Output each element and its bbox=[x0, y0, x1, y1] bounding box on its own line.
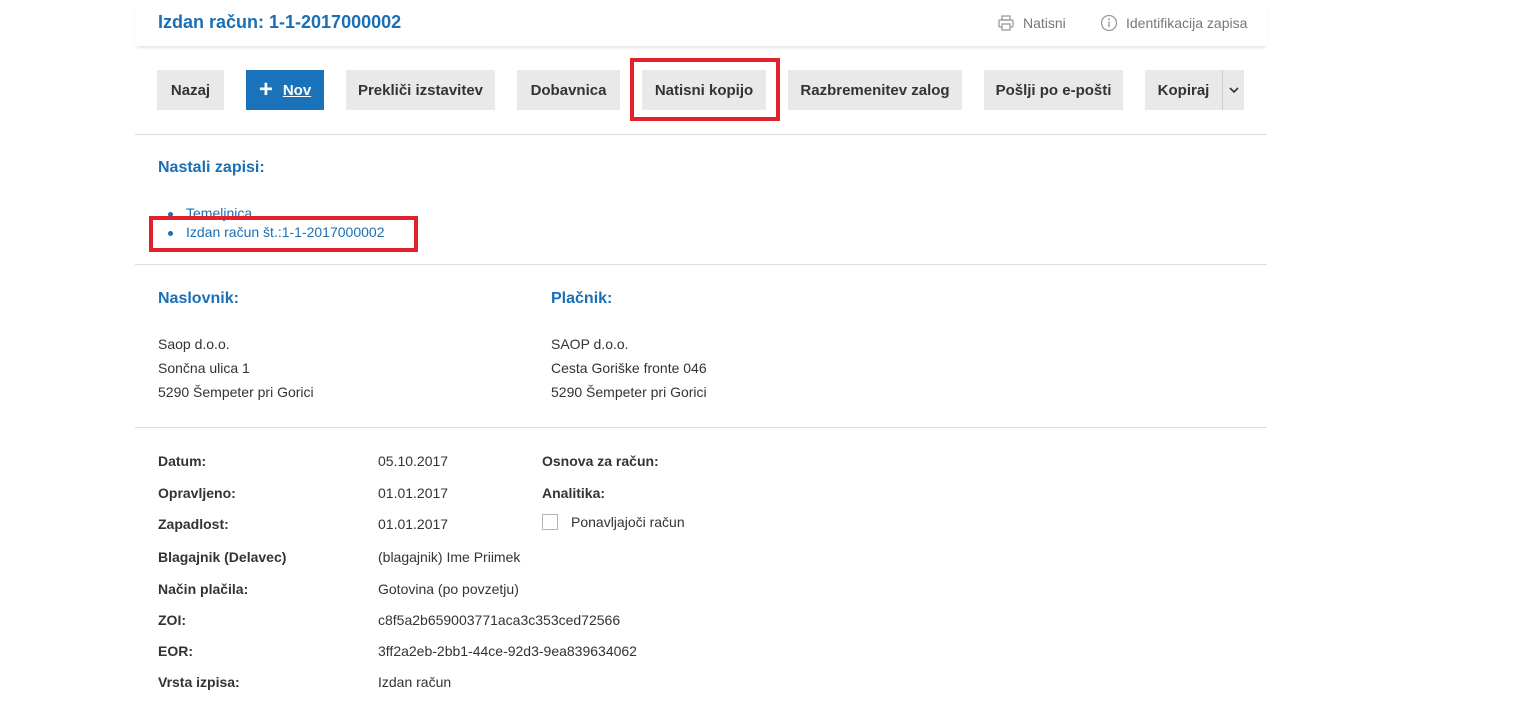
print-link[interactable]: Natisni bbox=[997, 14, 1066, 32]
print-link-label: Natisni bbox=[1023, 15, 1066, 31]
toolbar-divider bbox=[135, 134, 1267, 135]
recipient-address: Saop d.o.o. Sončna ulica 1 5290 Šempeter… bbox=[158, 332, 314, 404]
due-value: 01.01.2017 bbox=[378, 516, 449, 532]
created-records-title: Nastali zapisi: bbox=[158, 159, 265, 176]
plus-icon: + bbox=[258, 76, 273, 103]
address-divider bbox=[135, 427, 1267, 428]
payer-title: Plačnik: bbox=[551, 290, 613, 307]
payer-city: 5290 Šempeter pri Gorici bbox=[551, 384, 707, 400]
record-identification-label: Identifikacija zapisa bbox=[1126, 15, 1248, 31]
new-button-label: Nov bbox=[282, 81, 312, 99]
payer-name: SAOP d.o.o. bbox=[551, 336, 629, 352]
delivery-note-button[interactable]: Dobavnica bbox=[517, 70, 620, 110]
recipient-name: Saop d.o.o. bbox=[158, 336, 230, 352]
payment-method-value: Gotovina (po povzetju) bbox=[378, 581, 519, 597]
eor-value: 3ff2a2eb-2bb1-44ce-92d3-9ea839634062 bbox=[378, 643, 637, 659]
zoi-value: c8f5a2b659003771aca3c353ced72566 bbox=[378, 612, 621, 628]
page-header: Izdan račun: 1-1-2017000002 Natisni Iden… bbox=[135, 0, 1267, 46]
invoice-basis-label: Osnova za račun: bbox=[542, 453, 659, 469]
due-label: Zapadlost: bbox=[158, 516, 229, 532]
cashier-value: (blagajnik) Ime Priimek bbox=[378, 549, 521, 565]
print-copy-button[interactable]: Natisni kopijo bbox=[642, 70, 766, 110]
recipient-city: 5290 Šempeter pri Gorici bbox=[158, 384, 314, 400]
printer-icon bbox=[998, 15, 1014, 31]
release-stock-button[interactable]: Razbremenitev zalog bbox=[788, 70, 962, 110]
page-title: Izdan račun: 1-1-2017000002 bbox=[158, 12, 402, 32]
payment-method-label: Način plačila: bbox=[158, 581, 249, 597]
recurring-invoice-checkbox[interactable] bbox=[542, 514, 558, 530]
payer-address: SAOP d.o.o. Cesta Goriške fronte 046 529… bbox=[551, 332, 707, 404]
cashier-label: Blagajnik (Delavec) bbox=[158, 549, 287, 565]
info-icon bbox=[1100, 14, 1118, 32]
print-type-value: Izdan račun bbox=[378, 674, 452, 690]
new-button[interactable]: + Nov bbox=[246, 70, 324, 110]
chevron-down-icon bbox=[1228, 87, 1239, 94]
invoice-page: Izdan račun: 1-1-2017000002 Natisni Iden… bbox=[135, 0, 1267, 721]
records-divider bbox=[135, 264, 1267, 265]
recipient-street: Sončna ulica 1 bbox=[158, 360, 250, 376]
date-label: Datum: bbox=[158, 453, 207, 469]
cancel-issue-button[interactable]: Prekliči izstavitev bbox=[346, 70, 495, 110]
record-link-invoice[interactable]: Izdan račun št.:1-1-2017000002 bbox=[168, 223, 384, 242]
eor-label: EOR: bbox=[158, 643, 193, 659]
recipient-title: Naslovnik: bbox=[158, 290, 239, 307]
back-button[interactable]: Nazaj bbox=[157, 70, 224, 110]
record-link-journal[interactable]: Temeljnica bbox=[168, 204, 384, 223]
analytics-label: Analitika: bbox=[542, 485, 606, 501]
record-identification-link[interactable]: Identifikacija zapisa bbox=[1100, 14, 1247, 32]
date-value: 05.10.2017 bbox=[378, 453, 449, 469]
done-value: 01.01.2017 bbox=[378, 485, 449, 501]
recurring-invoice-label: Ponavljajoči račun bbox=[571, 514, 685, 530]
copy-menu-toggle[interactable] bbox=[1222, 70, 1244, 110]
zoi-label: ZOI: bbox=[158, 612, 186, 628]
payer-street: Cesta Goriške fronte 046 bbox=[551, 360, 707, 376]
copy-button[interactable]: Kopiraj bbox=[1145, 70, 1222, 110]
created-records-list: Temeljnica Izdan račun št.:1-1-201700000… bbox=[168, 204, 384, 242]
send-email-button[interactable]: Pošlji po e-pošti bbox=[984, 70, 1123, 110]
done-label: Opravljeno: bbox=[158, 485, 236, 501]
print-type-label: Vrsta izpisa: bbox=[158, 674, 240, 690]
